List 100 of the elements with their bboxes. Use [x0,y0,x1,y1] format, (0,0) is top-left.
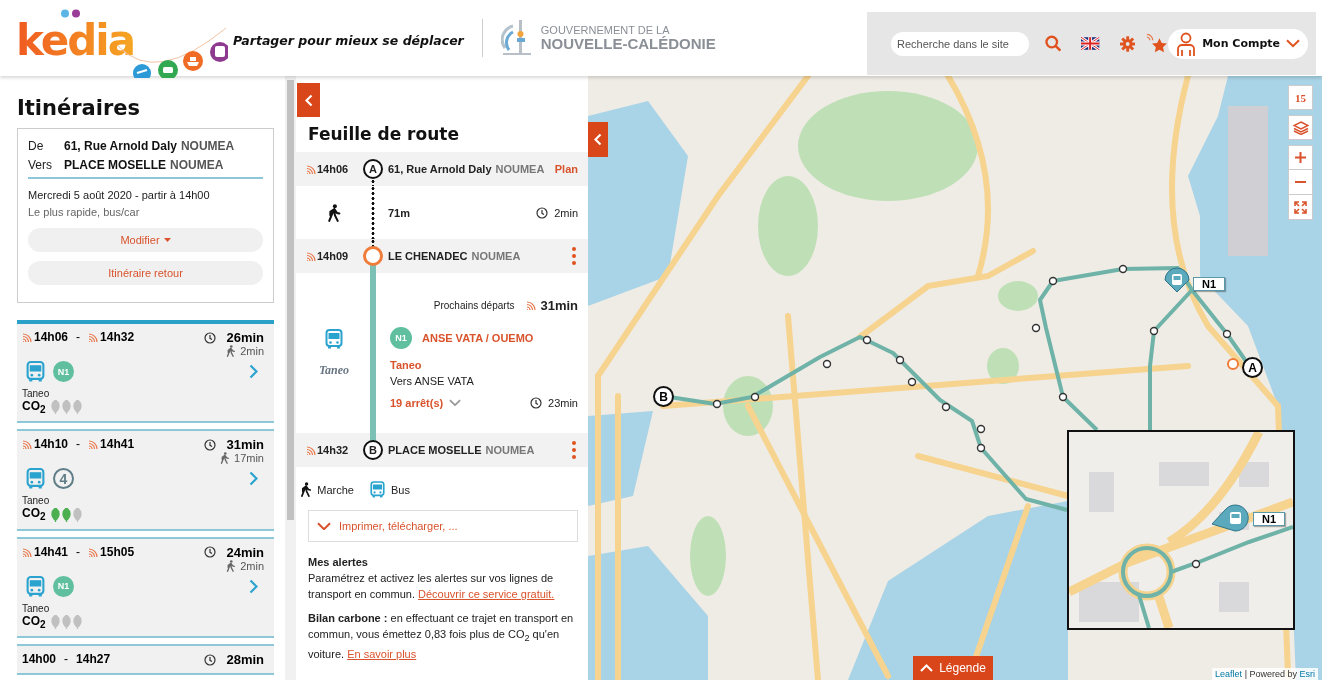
stops-toggle[interactable]: 19 arrêt(s) [390,396,462,409]
clock-icon [204,438,217,451]
collapse-panel-button[interactable] [297,83,320,117]
leaf-icon [50,400,60,415]
government-emblem-icon [500,18,533,58]
itinerary-card[interactable]: 14h10 - 14h41 31min 17min 4 Taneo CO$_{2}$ [17,429,274,531]
legend-button[interactable]: Légende [913,656,993,680]
scrollbar[interactable] [285,76,296,680]
departure-time: 14h06 [34,330,69,344]
vehicle-line-label: N1 [1193,277,1226,291]
bus-icon [26,575,45,597]
collapse-panel-button[interactable] [588,122,608,157]
operator-name: Taneo [22,388,51,399]
vehicle-line-label: N1 [1253,512,1286,526]
bus-icon [369,481,385,498]
leaf-icon [61,507,71,522]
origin-address: 61, Rue Arnold Daly [64,139,177,153]
search-icon[interactable] [1045,35,1062,52]
plus-icon [1295,152,1306,163]
bus-icon [325,328,343,349]
leaf-icon [61,614,71,629]
itinerary-card[interactable]: 14h06 - 14h32 26min 2min N1 Taneo CO$_{2}$ [17,320,274,424]
panel-title: Itinéraires [17,96,142,120]
esri-link[interactable]: Esri [1299,669,1315,679]
ride-duration: 23min [548,396,578,409]
line-badge: N1 [53,575,74,597]
stop-city: NOUMEA [495,163,545,175]
more-options-icon[interactable] [572,441,576,459]
panel-title: Feuille de route [308,124,460,144]
time-separator: - [64,652,69,667]
stop-name: 61, Rue Arnold Daly [388,163,492,175]
trip-preference: Le plus rapide, bus/car [28,206,141,218]
arrival-time: 14h41 [100,437,135,452]
stop-city: NOUMEA [485,444,535,456]
realtime-icon [526,300,537,310]
leaf-icon [61,400,71,415]
operator-name: Taneo [22,602,51,614]
search-field[interactable]: Recherche dans le site [891,31,1029,56]
origin-city: NOUMEA [180,139,235,153]
walking-person-icon [226,559,236,572]
bus-icon [26,361,45,382]
time-separator: - [76,330,81,344]
zoom-level-button[interactable]: 15 [1288,85,1313,110]
modify-button[interactable]: Modifier [28,228,263,252]
zoom-in-button[interactable] [1288,145,1313,170]
government-name: GOUVERNEMENT DE LA [540,25,671,36]
walking-person-icon [327,203,341,222]
realtime-icon [88,439,99,450]
clock-icon [204,546,217,559]
chevron-down-icon [1286,39,1300,48]
line-badge: N1 [53,361,74,382]
arrival-time: 14h27 [76,652,111,667]
government-name: NOUVELLE-CALÉDONIE [540,36,716,51]
chevron-down-icon [449,398,462,407]
service-link[interactable]: Découvrir ce service gratuit. [418,588,555,600]
layers-button[interactable] [1288,115,1313,140]
departure-date: Mercredi 5 août 2020 - partir à 14h00 [28,189,211,201]
more-options-icon[interactable] [572,247,576,265]
stop-time: 14h09 [317,250,349,262]
leaf-icon [50,614,60,629]
settings-icon[interactable] [1119,35,1136,52]
chevron-right-icon[interactable] [249,364,258,379]
destination-address: PLACE MOSELLE [64,158,166,172]
zoom-out-button[interactable] [1288,170,1313,195]
departure-time: 14h00 [22,652,57,667]
bus-location-pin-icon [1211,504,1249,532]
uk-flag-icon[interactable] [1081,37,1100,50]
return-trip-button[interactable]: Itinéraire retour [28,261,263,285]
chevron-left-icon [594,133,602,146]
stop-name: LE CHENADEC [388,250,468,262]
stop-marker: A [363,159,383,179]
walk-duration: 2min [240,345,264,357]
arrival-time: 15h05 [100,544,135,559]
layers-icon [1292,120,1309,135]
logo-dots-icon [60,9,82,18]
itinerary-card[interactable]: 14h41 - 15h05 24min 2min N1 Taneo CO$_{2}$ [17,536,274,639]
line-direction: ANSE VATA / OUEMO [422,331,534,344]
chevron-right-icon[interactable] [249,578,258,594]
walk-duration: 17min [234,452,264,465]
stop-name: PLACE MOSELLE [388,444,482,456]
operator-name: Taneo [390,358,423,371]
chevron-right-icon[interactable] [249,471,258,487]
leaf-icon [72,614,82,629]
account-button[interactable]: Mon Compte [1168,28,1308,59]
walk-duration: 2min [554,206,578,219]
leaf-icon [50,507,60,522]
destination-city: NOUMEA [170,158,224,172]
leaflet-link[interactable]: Leaflet [1215,669,1243,679]
trip-duration: 31min [226,437,264,453]
trip-duration: 28min [226,652,264,668]
clock-icon [204,331,217,344]
fullscreen-button[interactable] [1288,195,1313,220]
to-label: Vers [28,158,53,172]
learn-more-link[interactable]: En savoir plus [347,648,417,661]
itinerary-card[interactable]: 14h00 - 14h27 28min [17,644,274,676]
clock-icon [536,206,549,219]
transfer-stop-icon [363,246,383,266]
line-badge: 4 [53,468,74,490]
print-download-button[interactable]: Imprimer, télécharger, ... [308,510,578,542]
plan-link[interactable]: Plan [554,163,578,175]
